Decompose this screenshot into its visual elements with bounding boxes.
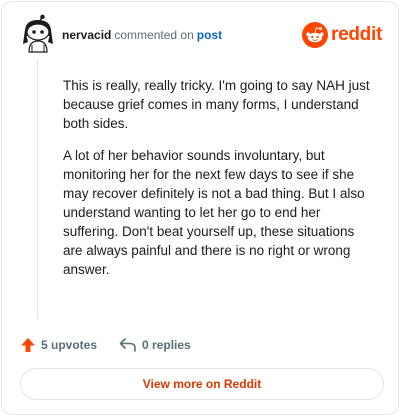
reply-count: 0 replies (142, 338, 191, 352)
reddit-wordmark: reddit (331, 24, 382, 45)
comment-meta: nervacid commented on post (62, 28, 222, 42)
action-text: commented on (114, 28, 194, 42)
comment-paragraph-2: A lot of her behavior sounds involuntary… (63, 148, 365, 277)
comment-header: nervacid commented on post reddit (18, 14, 382, 54)
comment-embed-card: nervacid commented on post reddit This is … (1, 1, 399, 415)
reddit-logo-icon (302, 22, 329, 48)
username-link[interactable]: nervacid (62, 28, 111, 42)
reply-arrow-icon (119, 338, 136, 352)
upvote-arrow-icon (21, 338, 35, 352)
avatar-snoo-icon (23, 14, 53, 53)
reddit-brand[interactable]: reddit (302, 22, 382, 48)
comment-body: This is really, really tricky. I'm going… (63, 76, 375, 292)
thread-line (37, 60, 38, 318)
view-more-button[interactable]: View more on Reddit (20, 368, 384, 400)
upvote-button[interactable]: 5 upvotes (20, 337, 97, 353)
comment-actions: 5 upvotes 0 replies (20, 334, 191, 356)
comment-paragraph-1: This is really, really tricky. I'm going… (63, 78, 370, 131)
user-avatar[interactable] (18, 14, 58, 54)
upvote-count: 5 upvotes (41, 338, 98, 352)
replies-button[interactable]: 0 replies (119, 337, 191, 353)
post-link[interactable]: post (197, 28, 222, 42)
